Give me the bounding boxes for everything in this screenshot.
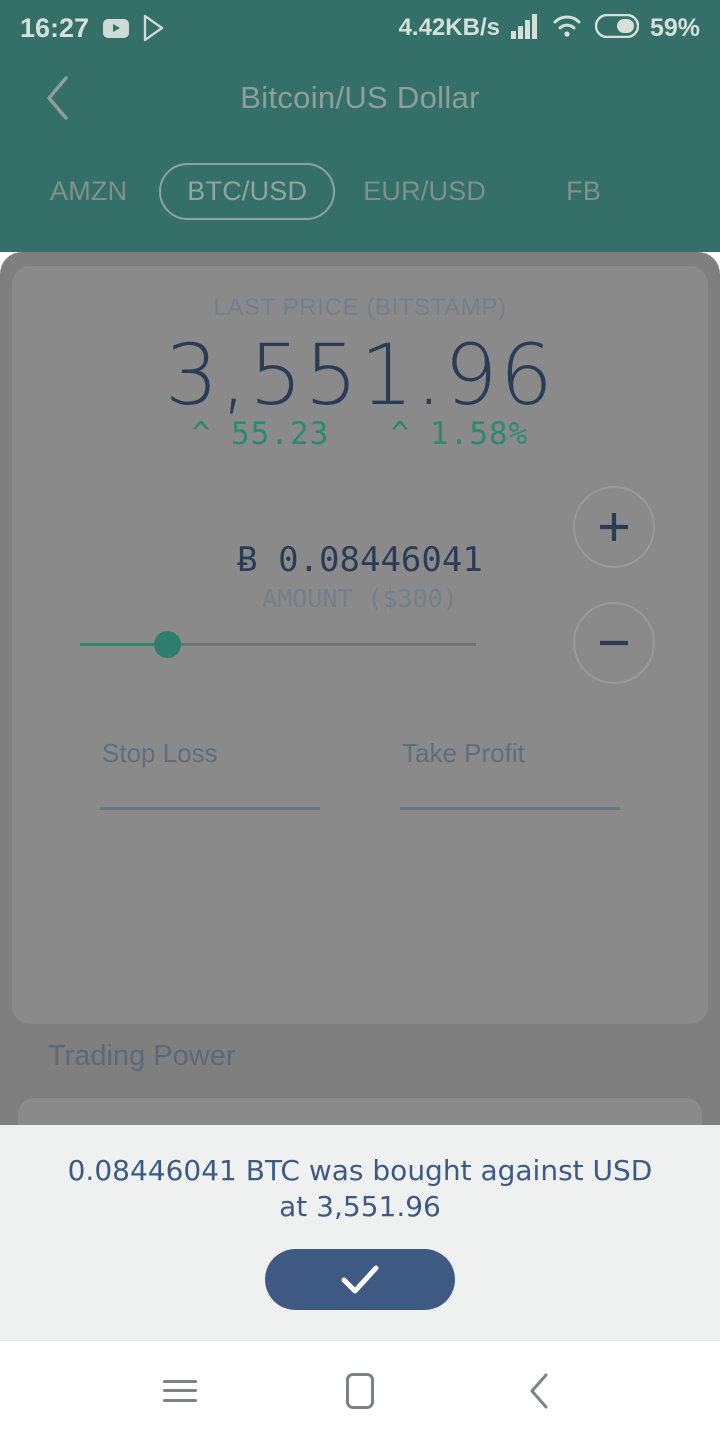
battery-percent-label: 59% — [649, 13, 700, 42]
stop-loss-underline — [100, 807, 320, 810]
take-profit-placeholder: Take Profit — [402, 738, 525, 768]
recents-button[interactable] — [145, 1356, 215, 1426]
status-bar-clock: 16:27 — [20, 12, 90, 43]
confirmation-message: 0.08446041 BTC was bought against USD at… — [67, 1154, 653, 1223]
change-arrow-absolute: ^ — [191, 416, 212, 452]
confirm-button[interactable] — [265, 1249, 455, 1310]
slider-thumb[interactable] — [153, 631, 181, 658]
youtube-icon — [103, 18, 130, 38]
hamburger-icon — [163, 1379, 197, 1402]
last-price-value: 3,551.96 — [164, 326, 556, 424]
tab-amzn[interactable]: AMZN — [44, 176, 133, 207]
android-nav-bar — [0, 1340, 720, 1440]
plus-icon — [600, 513, 628, 541]
status-bar-right: 4.42KB/s 59% — [399, 13, 700, 44]
instrument-tabs: AMZN BTC/USD EUR/USD FB — [0, 158, 720, 224]
back-button[interactable] — [505, 1356, 575, 1426]
status-bar-left: 16:27 — [20, 13, 165, 44]
play-store-icon — [143, 14, 165, 42]
decrease-amount-button[interactable] — [573, 602, 655, 684]
change-absolute-value: 55.23 — [231, 416, 330, 452]
trading-power-label: Trading Power — [48, 1040, 236, 1072]
last-price-label: LAST PRICE (BITSTAMP) — [213, 294, 507, 321]
price-change-row: ^ 55.23 ^ 1.58% — [12, 416, 708, 452]
home-square-icon — [346, 1372, 374, 1409]
page-title: Bitcoin/US Dollar — [240, 80, 480, 115]
stop-loss-placeholder: Stop Loss — [102, 738, 218, 768]
app-header-area: 16:27 4.42KB/s 59% Bitcoin/US Dollar AMZ… — [0, 0, 720, 252]
wifi-icon — [552, 13, 584, 44]
amount-slider[interactable] — [80, 624, 488, 664]
minus-icon — [600, 640, 628, 646]
increase-amount-button[interactable] — [573, 486, 655, 568]
stop-loss-field[interactable]: Stop Loss — [100, 738, 320, 810]
tab-btc-usd[interactable]: BTC/USD — [159, 162, 336, 220]
title-bar: Bitcoin/US Dollar — [0, 62, 720, 134]
change-percent-value: 1.58% — [430, 416, 529, 452]
tab-fb[interactable]: FB — [560, 176, 607, 207]
app-screen: 16:27 4.42KB/s 59% Bitcoin/US Dollar AMZ… — [0, 0, 720, 1440]
home-button[interactable] — [325, 1356, 395, 1426]
status-bar: 16:27 4.42KB/s 59% — [0, 0, 720, 56]
change-arrow-percent: ^ — [390, 416, 411, 452]
tab-eur-usd[interactable]: EUR/USD — [357, 176, 492, 207]
take-profit-underline — [400, 807, 620, 810]
check-icon — [341, 1265, 379, 1293]
trade-card: LAST PRICE (BITSTAMP) 3,551.96 ^ 55.23 ^… — [12, 266, 708, 1024]
back-chevron-icon — [530, 1373, 548, 1408]
battery-icon — [594, 13, 640, 43]
signal-icon — [510, 13, 541, 44]
network-speed-label: 4.42KB/s — [398, 14, 500, 41]
take-profit-field[interactable]: Take Profit — [400, 738, 620, 810]
